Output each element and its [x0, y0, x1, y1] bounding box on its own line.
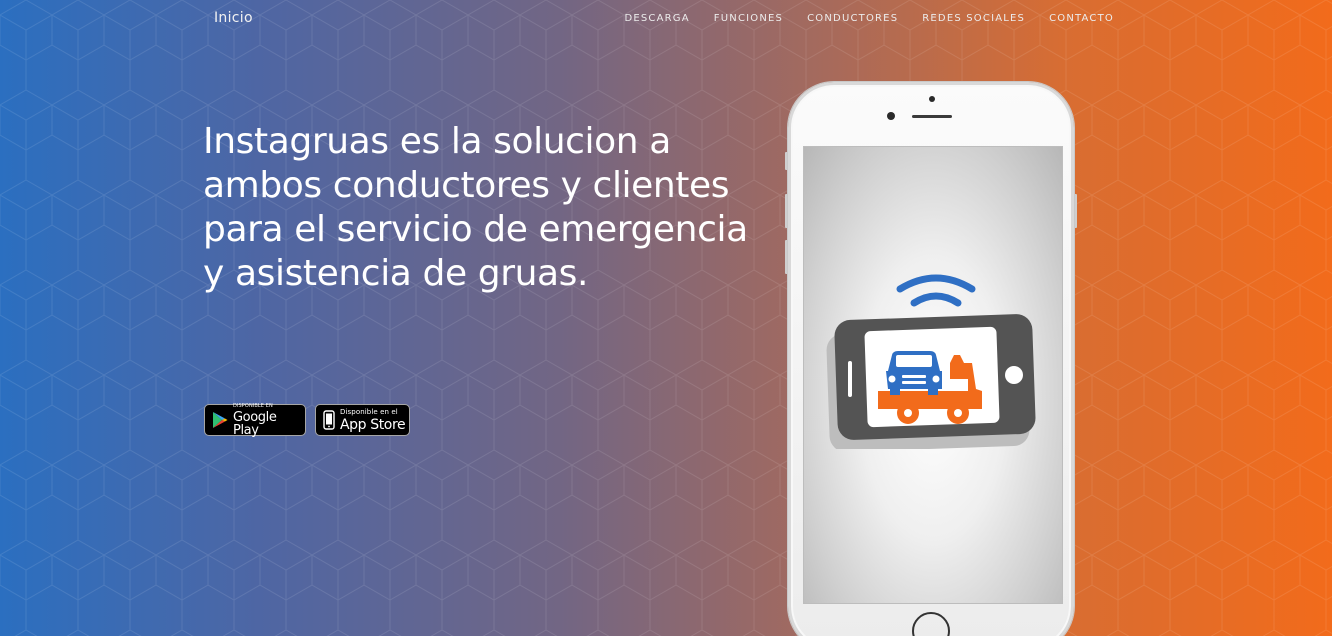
nav-item-funciones[interactable]: FUNCIONES [714, 13, 783, 24]
hero-headline: Instagruas es la solucion a ambos conduc… [203, 121, 748, 294]
hex-pattern [0, 0, 1332, 636]
nav-item-conductores[interactable]: CONDUCTORES [807, 13, 898, 24]
phone-speaker [912, 115, 952, 118]
nav-item-redes-sociales[interactable]: REDES SOCIALES [922, 13, 1025, 24]
google-play-icon [212, 411, 228, 429]
google-play-badge[interactable]: DISPONIBLE EN Google Play [204, 402, 306, 438]
top-nav: DESCARGA FUNCIONES CONDUCTORES REDES SOC… [624, 13, 1114, 24]
apple-badge-small-text: Disponible en el [340, 407, 398, 416]
hero-background [0, 0, 1332, 636]
apple-icon [323, 410, 335, 430]
tow-truck-app-icon [826, 274, 1036, 449]
nav-item-descarga[interactable]: DESCARGA [624, 13, 689, 24]
app-store-badge[interactable]: Disponible en el App Store [315, 404, 410, 436]
phone-mockup [785, 82, 1077, 636]
hero-section: Inicio DESCARGA FUNCIONES CONDUCTORES RE… [0, 0, 1332, 636]
phone-sensor [929, 96, 935, 102]
phone-side-button [1074, 194, 1077, 228]
nav-item-contacto[interactable]: CONTACTO [1049, 13, 1114, 24]
wifi-icon [896, 274, 976, 307]
google-badge-big-text: Google Play [233, 409, 277, 438]
phone-camera [887, 112, 895, 120]
phone-screen [803, 146, 1063, 604]
brand-link[interactable]: Inicio [214, 10, 253, 26]
google-badge-small-text: DISPONIBLE EN [233, 402, 273, 409]
apple-badge-big-text: App Store [340, 416, 406, 433]
